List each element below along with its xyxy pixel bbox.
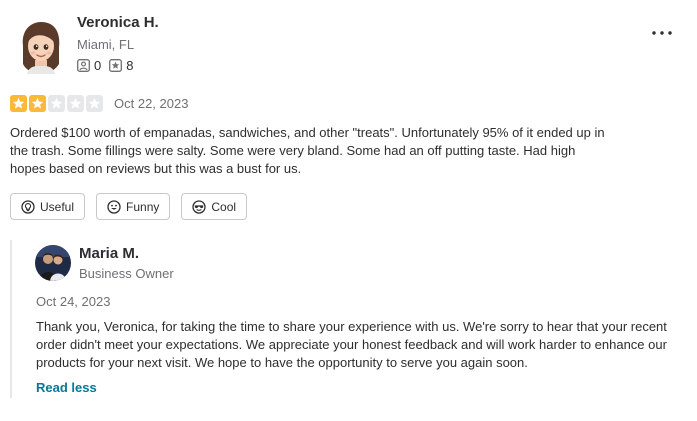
star-empty-icon (67, 95, 84, 112)
read-less-link[interactable]: Read less (36, 380, 97, 395)
reply-date: Oct 24, 2023 (36, 294, 111, 309)
cool-label: Cool (211, 199, 237, 214)
star-rating (10, 95, 105, 112)
reply-text: Thank you, Veronica, for taking the time… (36, 319, 667, 370)
review-card: Veronica H. Miami, FL 0 8 Oct 22, 2023 O… (0, 0, 697, 421)
reviewer-location: Miami, FL (77, 37, 135, 52)
reviews-count: 8 (126, 58, 134, 73)
reviewer-name[interactable]: Veronica H. (77, 14, 159, 31)
owner-reply: Maria M. Business Owner Oct 24, 2023 Tha… (10, 240, 697, 398)
cool-button[interactable]: Cool (181, 193, 248, 220)
reaction-buttons: Useful Funny Cool (10, 193, 258, 220)
useful-label: Useful (40, 199, 75, 214)
reviewer-avatar[interactable] (17, 20, 65, 74)
useful-button[interactable]: Useful (10, 193, 86, 220)
owner-avatar[interactable] (35, 245, 71, 281)
star-empty-icon (48, 95, 65, 112)
owner-name: Maria M. (79, 245, 140, 262)
reviews-star-icon (109, 59, 123, 72)
owner-role: Business Owner (79, 266, 174, 281)
friends-stat: 0 (77, 58, 101, 73)
more-horizontal-icon (652, 31, 672, 35)
star-filled-icon (10, 95, 27, 112)
review-date: Oct 22, 2023 (114, 96, 189, 111)
funny-button[interactable]: Funny (96, 193, 171, 220)
more-options-button[interactable] (651, 24, 673, 42)
sunglasses-icon (192, 199, 207, 214)
star-filled-icon (29, 95, 46, 112)
funny-label: Funny (126, 199, 160, 214)
friends-icon (77, 59, 90, 72)
lightbulb-icon (21, 199, 35, 214)
smile-icon (107, 199, 121, 214)
review-text: Ordered $100 worth of empanadas, sandwic… (10, 125, 605, 176)
star-empty-icon (86, 95, 103, 112)
reviews-stat: 8 (109, 58, 133, 73)
friends-count: 0 (94, 58, 102, 73)
reviewer-stats: 0 8 (77, 58, 141, 73)
rating-row: Oct 22, 2023 (10, 95, 188, 112)
